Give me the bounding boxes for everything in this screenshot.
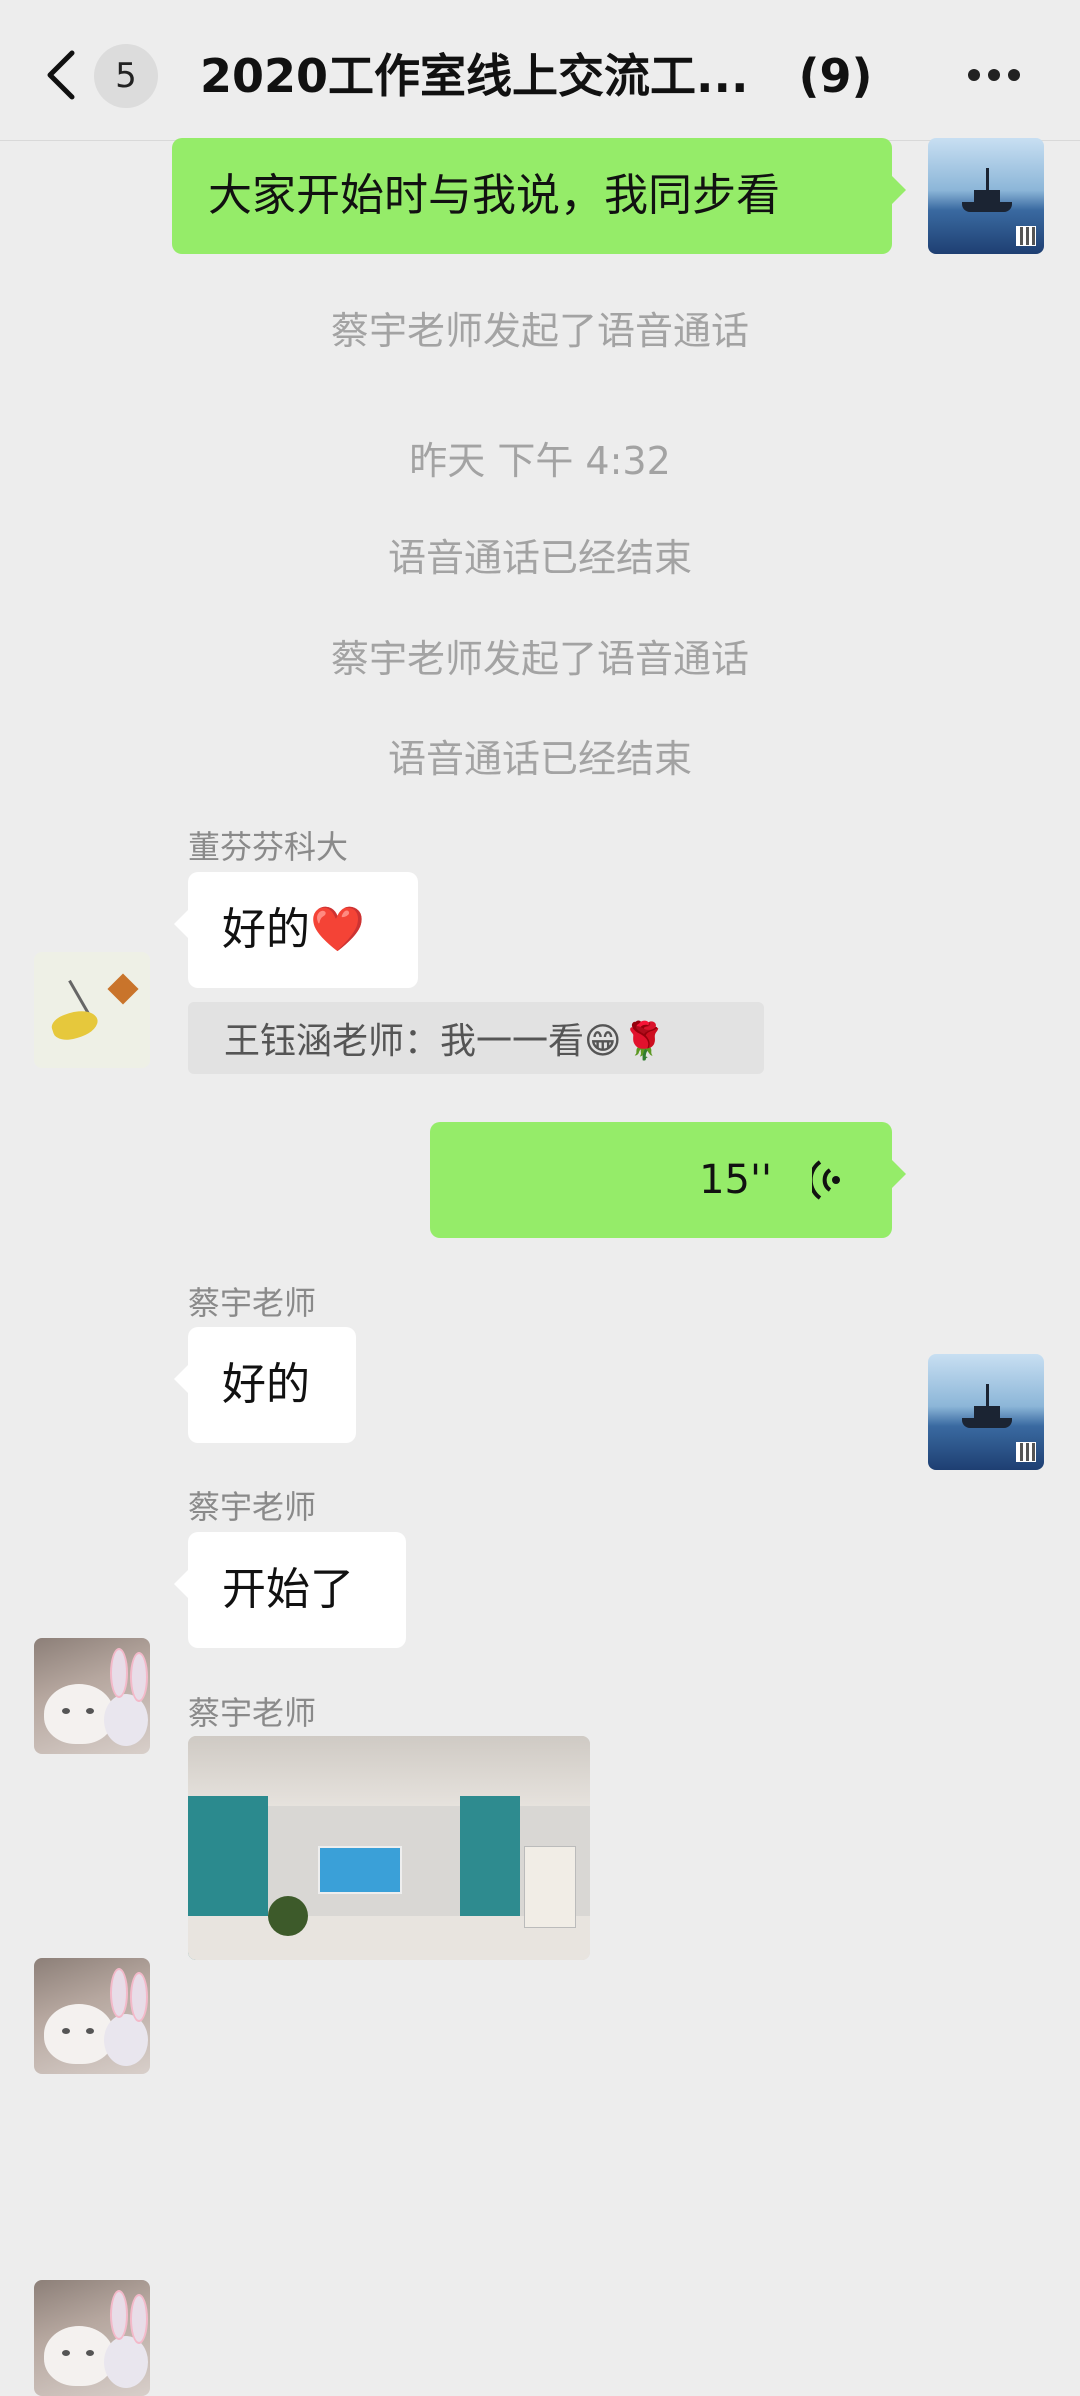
system-message: 语音通话已经结束 — [387, 536, 692, 580]
sender-name: 蔡宇老师 — [188, 1694, 317, 1732]
chat-title[interactable]: 2020工作室线上交流工... (9) — [200, 46, 900, 106]
their-message-bubble[interactable]: 好的❤️ — [174, 872, 418, 988]
message-text: 好的❤️ — [222, 903, 365, 955]
system-message: 语音通话已经结束 — [387, 737, 692, 781]
sender-name: 蔡宇老师 — [188, 1284, 317, 1322]
message-text: 大家开始时与我说，我同步看 — [208, 169, 780, 221]
their-message-bubble[interactable]: 好的 — [174, 1327, 356, 1443]
back-chevron-icon[interactable] — [38, 45, 86, 105]
my-avatar[interactable] — [928, 138, 1044, 254]
sender-avatar[interactable] — [34, 952, 150, 1068]
timestamp: 昨天 下午 4:32 — [409, 439, 671, 483]
message-text: 开始了 — [222, 1563, 354, 1615]
sender-name: 蔡宇老师 — [188, 1488, 317, 1526]
their-message-bubble[interactable]: 开始了 — [174, 1532, 406, 1648]
member-count: (9) — [798, 49, 873, 103]
unread-count-badge[interactable]: 5 — [94, 44, 158, 108]
sender-avatar[interactable] — [34, 1958, 150, 2074]
sender-avatar[interactable] — [34, 2280, 150, 2396]
message-text: 好的 — [222, 1358, 310, 1410]
my-avatar[interactable] — [928, 1354, 1044, 1470]
quoted-reply[interactable]: 王钰涵老师：我一一看😁🌹 — [188, 1002, 764, 1074]
quoted-text: 王钰涵老师：我一一看😁🌹 — [224, 1021, 667, 1062]
voice-message-bubble[interactable]: 15'' — [430, 1122, 906, 1238]
sender-name: 董芬芬科大 — [188, 828, 349, 866]
my-message-bubble[interactable]: 大家开始时与我说，我同步看 — [172, 138, 906, 254]
sender-avatar[interactable] — [34, 1638, 150, 1754]
chat-header: 5 2020工作室线上交流工... (9) — [0, 0, 1080, 141]
system-message: 蔡宇老师发起了语音通话 — [330, 309, 749, 353]
group-name: 2020工作室线上交流工... — [200, 49, 749, 103]
voice-duration: 15'' — [699, 1157, 772, 1203]
voice-wave-icon — [812, 1160, 840, 1200]
photo-message[interactable] — [188, 1736, 590, 1960]
system-message: 蔡宇老师发起了语音通话 — [330, 637, 749, 681]
more-dots-icon[interactable] — [968, 60, 1028, 90]
